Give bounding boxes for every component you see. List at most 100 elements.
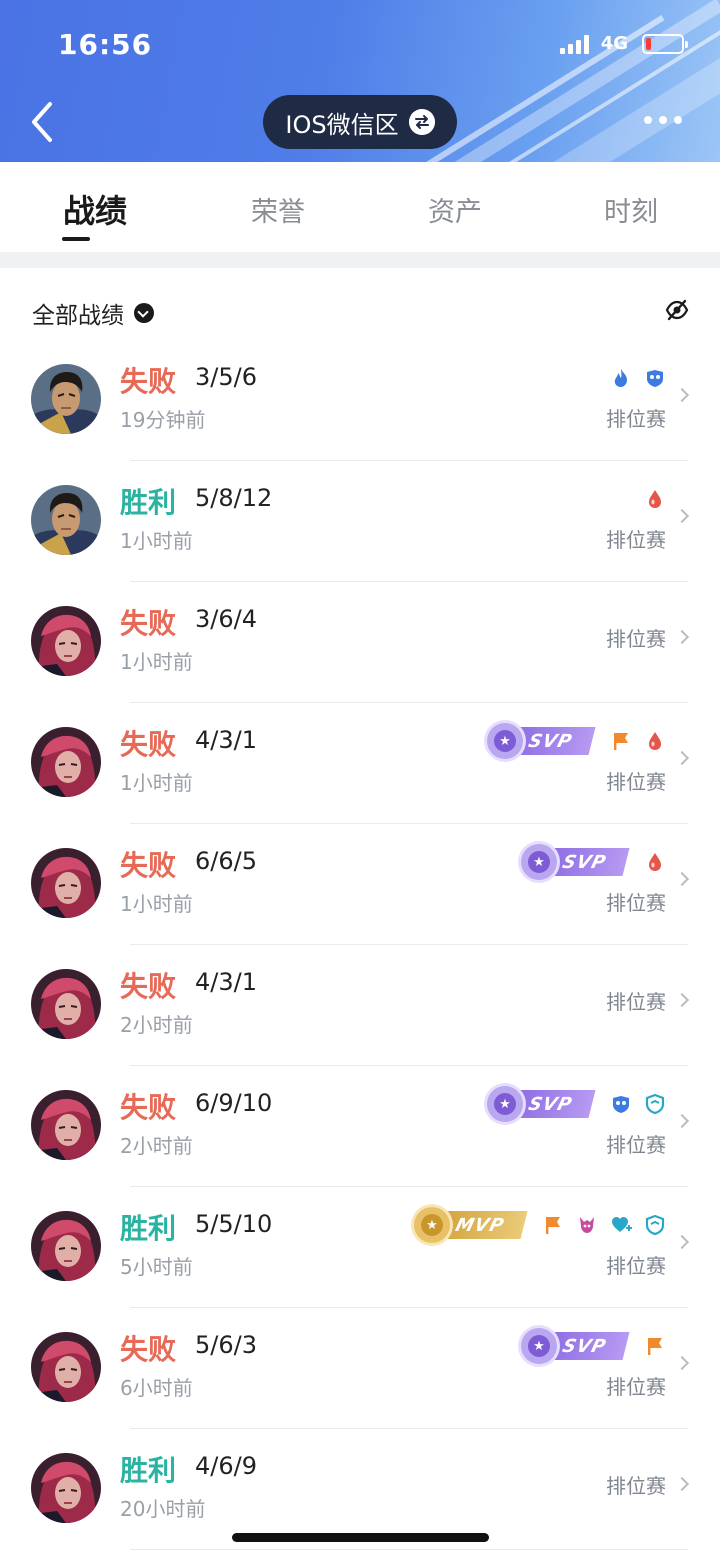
match-row[interactable]: 失败 5/6/3 6小时前 ★ SVP 排位赛 bbox=[0, 1308, 720, 1429]
tab-bar: 战绩 荣誉 资产 时刻 bbox=[0, 162, 720, 252]
hero-avatar bbox=[31, 1090, 101, 1160]
match-row[interactable]: 失败 3/5/6 19分钟前 排位赛 bbox=[0, 340, 720, 461]
match-time: 1小时前 bbox=[120, 650, 193, 674]
match-time: 20小时前 bbox=[120, 1497, 206, 1521]
tab-moments[interactable]: 时刻 bbox=[604, 190, 658, 229]
record-filter-dropdown[interactable]: 全部战绩 bbox=[32, 296, 154, 330]
blood-drop-icon bbox=[644, 730, 666, 752]
server-switch-button[interactable]: IOS微信区 bbox=[263, 95, 457, 149]
match-row[interactable]: 失败 4/3/1 1小时前 ★ SVP 排位赛 bbox=[0, 703, 720, 824]
match-result: 失败 bbox=[120, 607, 177, 640]
match-time: 1小时前 bbox=[120, 892, 193, 916]
tab-honor[interactable]: 荣誉 bbox=[251, 190, 305, 229]
match-row[interactable]: 胜利 5/5/10 5小时前 ★ MVP 排位赛 bbox=[0, 1187, 720, 1308]
flag-icon bbox=[542, 1214, 564, 1236]
match-mode: 排位赛 bbox=[606, 990, 666, 1014]
chevron-right-icon bbox=[674, 750, 690, 766]
match-row[interactable]: 失败 3/6/4 1小时前 排位赛 bbox=[0, 582, 720, 703]
svp-badge: ★ SVP bbox=[486, 1086, 596, 1122]
match-mode: 排位赛 bbox=[606, 1474, 666, 1498]
status-indicators: 4G bbox=[559, 33, 688, 54]
hero-avatar bbox=[31, 727, 101, 797]
match-kda: 3/5/6 bbox=[195, 363, 257, 391]
svp-badge: ★ SVP bbox=[520, 844, 630, 880]
match-row[interactable]: 失败 6/9/10 2小时前 ★ SVP 排位赛 bbox=[0, 1066, 720, 1187]
swap-icon bbox=[408, 109, 435, 135]
svp-badge: ★ SVP bbox=[520, 1328, 630, 1364]
medal-icon: ★ bbox=[520, 844, 557, 880]
hero-avatar bbox=[31, 485, 101, 555]
match-row[interactable]: 失败 6/6/5 1小时前 ★ SVP 排位赛 bbox=[0, 824, 720, 945]
match-result: 失败 bbox=[120, 728, 177, 761]
match-row[interactable]: 胜利 5/8/12 1小时前 排位赛 bbox=[0, 461, 720, 582]
match-kda: 4/3/1 bbox=[195, 726, 257, 754]
hero-avatar bbox=[31, 848, 101, 918]
match-result: 失败 bbox=[120, 1091, 177, 1124]
network-type: 4G bbox=[600, 33, 628, 54]
mask-icon bbox=[610, 1093, 632, 1115]
server-label: IOS微信区 bbox=[285, 110, 399, 139]
medal-icon: ★ bbox=[413, 1207, 450, 1243]
match-list: 失败 3/5/6 19分钟前 排位赛 胜利 5/8/12 1小时前 排位赛 失败 3/6/4 1小时… bbox=[0, 340, 720, 1550]
match-badges bbox=[610, 364, 666, 392]
match-time: 6小时前 bbox=[120, 1376, 193, 1400]
match-result: 胜利 bbox=[120, 486, 177, 519]
shield-icon bbox=[644, 1093, 666, 1115]
home-indicator bbox=[232, 1533, 489, 1542]
match-mode: 排位赛 bbox=[606, 627, 666, 651]
chevron-right-icon bbox=[674, 508, 690, 524]
match-kda: 5/8/12 bbox=[195, 484, 273, 512]
status-time: 16:56 bbox=[58, 28, 153, 61]
chevron-down-icon bbox=[134, 303, 154, 323]
hero-avatar bbox=[31, 969, 101, 1039]
match-result: 失败 bbox=[120, 970, 177, 1003]
match-time: 1小时前 bbox=[120, 529, 193, 553]
mvp-badge: ★ MVP bbox=[413, 1207, 528, 1243]
match-time: 2小时前 bbox=[120, 1134, 193, 1158]
match-badges: ★ SVP bbox=[486, 1086, 666, 1122]
match-badges: ★ SVP bbox=[486, 723, 666, 759]
match-row[interactable]: 胜利 4/6/9 20小时前 排位赛 bbox=[0, 1429, 720, 1550]
match-result: 胜利 bbox=[120, 1212, 177, 1245]
match-badges: ★ SVP bbox=[520, 1328, 666, 1364]
medal-icon: ★ bbox=[520, 1328, 557, 1364]
back-arrow-icon[interactable] bbox=[24, 96, 64, 148]
section-divider bbox=[0, 252, 720, 268]
hero-avatar bbox=[31, 606, 101, 676]
cellular-signal-icon bbox=[559, 34, 589, 54]
more-options-icon[interactable] bbox=[644, 116, 682, 124]
match-result: 胜利 bbox=[120, 1454, 177, 1487]
app-header: 16:56 4G IOS微信区 bbox=[0, 0, 720, 162]
shield-icon bbox=[644, 1214, 666, 1236]
match-kda: 5/5/10 bbox=[195, 1210, 273, 1238]
medal-icon: ★ bbox=[486, 723, 523, 759]
match-time: 5小时前 bbox=[120, 1255, 193, 1279]
tab-assets[interactable]: 资产 bbox=[428, 190, 482, 229]
match-result: 失败 bbox=[120, 849, 177, 882]
tab-record[interactable]: 战绩 bbox=[63, 186, 127, 232]
hero-avatar bbox=[31, 364, 101, 434]
match-badges: ★ SVP bbox=[520, 844, 666, 880]
hero-avatar bbox=[31, 1332, 101, 1402]
match-mode: 排位赛 bbox=[606, 528, 666, 552]
chevron-right-icon bbox=[674, 1355, 690, 1371]
demon-icon bbox=[576, 1214, 598, 1236]
match-badges bbox=[644, 485, 666, 513]
match-mode: 排位赛 bbox=[606, 1375, 666, 1399]
mask-icon bbox=[644, 367, 666, 389]
hero-avatar bbox=[31, 1453, 101, 1523]
chevron-right-icon bbox=[674, 1234, 690, 1250]
chevron-right-icon bbox=[674, 871, 690, 887]
eye-hidden-icon[interactable] bbox=[665, 299, 689, 321]
match-result: 失败 bbox=[120, 1333, 177, 1366]
match-time: 19分钟前 bbox=[120, 408, 206, 432]
chevron-right-icon bbox=[674, 387, 690, 403]
match-row[interactable]: 失败 4/3/1 2小时前 排位赛 bbox=[0, 945, 720, 1066]
match-mode: 排位赛 bbox=[606, 770, 666, 794]
match-mode: 排位赛 bbox=[606, 1254, 666, 1278]
medal-icon: ★ bbox=[486, 1086, 523, 1122]
match-badges: ★ MVP bbox=[413, 1207, 666, 1243]
active-tab-indicator bbox=[62, 237, 90, 241]
svp-badge: ★ SVP bbox=[486, 723, 596, 759]
flag-icon bbox=[644, 1335, 666, 1357]
